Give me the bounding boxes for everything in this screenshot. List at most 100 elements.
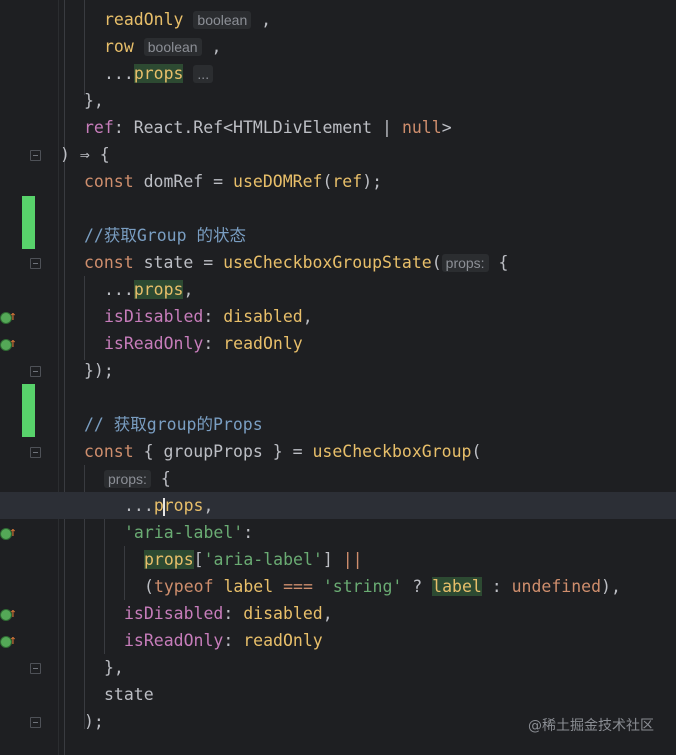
code-line[interactable]: },: [0, 87, 676, 114]
code-line[interactable]: ) ⇒ {: [0, 141, 676, 168]
code-line[interactable]: ...props,: [0, 276, 676, 303]
code-text: isReadOnly: readOnly: [124, 627, 323, 654]
code-token: typeof: [153, 577, 224, 596]
code-text: 'aria-label':: [124, 519, 253, 546]
code-text: },: [104, 654, 124, 681]
code-line[interactable]: isDisabled: disabled,: [0, 303, 676, 330]
code-text: const { groupProps } = useCheckboxGroup(: [84, 438, 481, 465]
code-token: {: [150, 469, 171, 488]
code-line[interactable]: isReadOnly: readOnly: [0, 330, 676, 357]
code-token: readOnly: [223, 334, 303, 353]
code-line[interactable]: ...props ...: [0, 60, 676, 87]
code-token: state: [104, 685, 154, 704]
code-line[interactable]: const { groupProps } = useCheckboxGroup(: [0, 438, 676, 465]
code-token: rops: [163, 496, 204, 515]
code-line[interactable]: const domRef = useDOMRef(ref);: [0, 168, 676, 195]
code-text: ...props,: [124, 492, 213, 519]
code-token: ...: [104, 64, 134, 83]
code-line[interactable]: row boolean ,: [0, 33, 676, 60]
code-token: useCheckboxGroup: [312, 442, 472, 461]
inlay-hint: boolean: [143, 38, 202, 56]
code-token: isReadOnly: [124, 631, 224, 650]
code-text: ref: React.Ref<HTMLDivElement | null>: [84, 114, 452, 141]
code-token: );: [84, 712, 104, 731]
code-token: <: [223, 118, 234, 137]
code-token: |: [372, 118, 402, 137]
code-token: :: [243, 523, 254, 542]
code-text: isDisabled: disabled,: [104, 303, 313, 330]
code-token: //获取Group 的状态: [84, 226, 246, 245]
code-token: props: [133, 64, 184, 83]
code-token: const: [84, 253, 144, 272]
code-token: :: [203, 334, 224, 353]
code-text: ...props ...: [104, 60, 214, 88]
code-token: (: [431, 253, 442, 272]
code-token: [: [193, 550, 204, 569]
code-token: =: [193, 253, 224, 272]
code-line[interactable]: },: [0, 654, 676, 681]
code-token: const: [84, 442, 144, 461]
code-text: props['aria-label'] ||: [144, 546, 363, 573]
code-line[interactable]: isReadOnly: readOnly: [0, 627, 676, 654]
code-line[interactable]: readOnly boolean ,: [0, 6, 676, 33]
code-token: React: [133, 118, 184, 137]
code-token: props: [133, 280, 184, 299]
code-token: (: [144, 577, 154, 596]
code-editor[interactable]: ↑ ↑ ↑ ↑ ↑ readOnly boolean , row boolean …: [0, 0, 676, 755]
code-token: { groupProps }: [143, 442, 283, 461]
code-token: =: [282, 442, 313, 461]
code-line[interactable]: 'aria-label':: [0, 519, 676, 546]
code-line[interactable]: ref: React.Ref<HTMLDivElement | null>: [0, 114, 676, 141]
code-line[interactable]: [0, 195, 676, 222]
code-token: Ref: [193, 118, 224, 137]
code-line[interactable]: state: [0, 681, 676, 708]
code-token: ,: [322, 604, 333, 623]
code-token: useDOMRef: [233, 172, 323, 191]
code-line[interactable]: (typeof label === 'string' ? label : und…: [0, 573, 676, 600]
code-text: const state = useCheckboxGroupState(prop…: [84, 249, 508, 277]
code-token: },: [84, 91, 104, 110]
code-text: (typeof label === 'string' ? label : und…: [144, 573, 621, 600]
code-text: },: [84, 87, 104, 114]
code-line[interactable]: // 获取group的Props: [0, 411, 676, 438]
code-token: ...: [124, 496, 154, 515]
code-line[interactable]: const state = useCheckboxGroupState(prop…: [0, 249, 676, 276]
code-token: ,: [201, 37, 222, 56]
code-token: :: [223, 604, 244, 623]
code-text: isDisabled: disabled,: [124, 600, 333, 627]
code-line[interactable]: [0, 384, 676, 411]
code-line[interactable]: props['aria-label'] ||: [0, 546, 676, 573]
code-line[interactable]: });: [0, 357, 676, 384]
code-token: ]: [322, 550, 343, 569]
code-token: },: [104, 658, 124, 677]
code-token: 'string': [322, 577, 403, 596]
code-line[interactable]: ...props,: [0, 492, 676, 519]
code-token: :: [481, 577, 512, 596]
code-token: isDisabled: [124, 604, 224, 623]
code-token: ,: [251, 10, 272, 29]
code-token: );: [362, 172, 383, 191]
code-text: const domRef = useDOMRef(ref);: [84, 168, 382, 195]
code-line[interactable]: props: {: [0, 465, 676, 492]
code-token: ),: [601, 577, 621, 596]
code-text: row boolean ,: [104, 33, 221, 61]
code-token: ref: [84, 118, 114, 137]
code-token: =: [203, 172, 234, 191]
code-line[interactable]: //获取Group 的状态: [0, 222, 676, 249]
code-token: disabled: [243, 604, 323, 623]
code-token: isDisabled: [104, 307, 204, 326]
code-token: ,: [183, 280, 194, 299]
inlay-hint: boolean: [193, 11, 252, 29]
code-token: });: [84, 361, 114, 380]
code-token: row: [104, 37, 134, 56]
code-text: readOnly boolean ,: [104, 6, 271, 34]
code-line[interactable]: isDisabled: disabled,: [0, 600, 676, 627]
code-text: isReadOnly: readOnly: [104, 330, 303, 357]
code-token: (: [322, 172, 333, 191]
code-token: ===: [283, 577, 313, 596]
